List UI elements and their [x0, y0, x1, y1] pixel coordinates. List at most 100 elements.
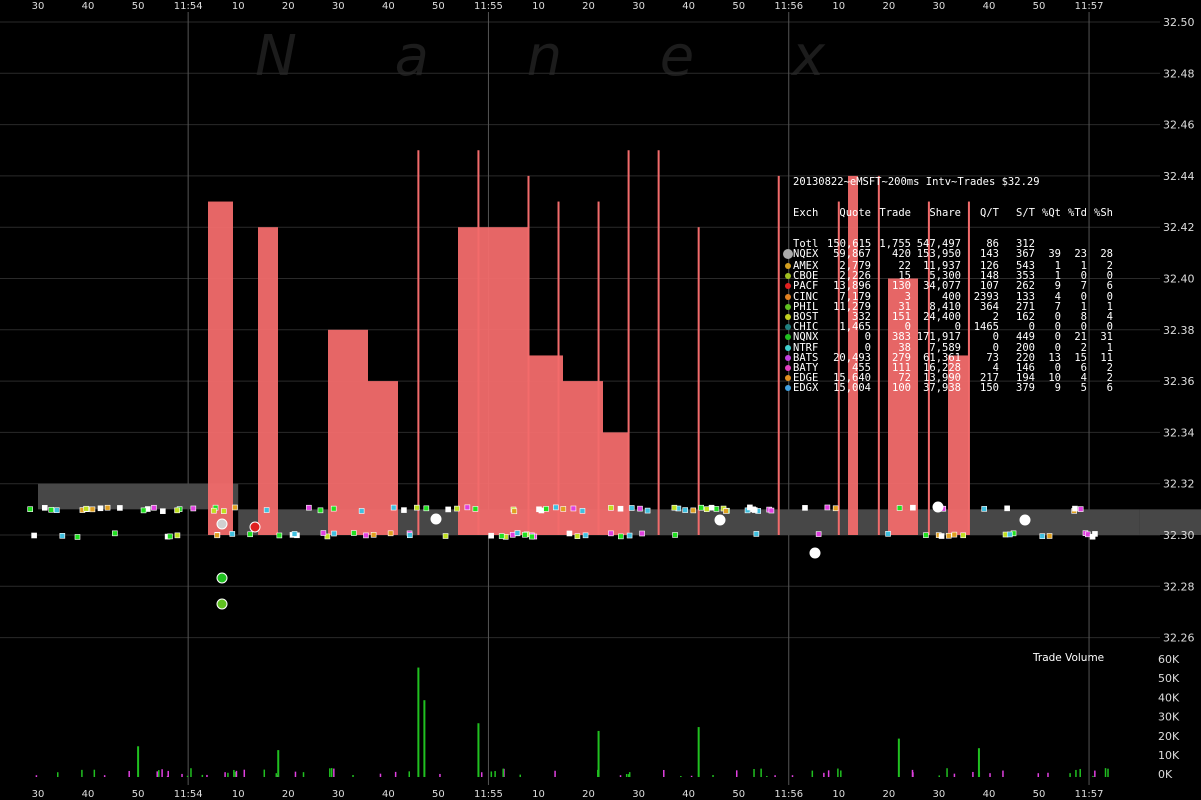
- stats-header: Exch Quote Trade Share Q/T S/T %Qt %Td %Sh: [782, 207, 1113, 220]
- trade-marker: [174, 507, 180, 514]
- time-tick: 20: [582, 1, 595, 12]
- volume-bar-small: [158, 770, 160, 777]
- volume-bar-small: [1075, 769, 1077, 777]
- trade-marker-large: [809, 547, 821, 559]
- price-tick: 32.42: [1163, 221, 1195, 234]
- time-tick: 20: [282, 1, 295, 12]
- volume-bar-small: [978, 771, 981, 777]
- volume-bar-small: [56, 772, 59, 777]
- trade-marker: [151, 504, 157, 511]
- volume-bar: [697, 727, 700, 777]
- trade-marker: [618, 533, 624, 540]
- price-tick: 32.46: [1163, 119, 1195, 132]
- volume-bar-small: [181, 773, 183, 777]
- price-axis: 32.50 32.48 32.46 32.44 32.42 32.40 32.38 32.36…: [1163, 16, 1195, 645]
- exchange-color-dot: [782, 261, 793, 271]
- price-spike-fill: [603, 432, 628, 535]
- volume-tick: 60K: [1158, 653, 1180, 666]
- volume-bar-small: [1047, 772, 1049, 777]
- trade-marker: [317, 507, 324, 514]
- time-tick: 40: [682, 789, 695, 800]
- trade-marker: [445, 506, 451, 513]
- trade-marker: [570, 505, 577, 512]
- time-tick: 10: [832, 789, 845, 800]
- volume-bar-small: [1002, 770, 1004, 777]
- time-tick: 50: [1033, 1, 1046, 12]
- trade-marker: [363, 532, 369, 539]
- volume-bar-small: [161, 769, 163, 777]
- stats-header-cell: Share: [929, 207, 961, 220]
- trade-marker: [832, 505, 839, 512]
- volume-tick: 20K: [1158, 730, 1180, 743]
- trade-marker: [708, 504, 715, 511]
- volume-bar-small: [224, 772, 226, 777]
- volume-tick: 40K: [1158, 691, 1180, 704]
- trade-marker: [753, 531, 760, 537]
- trade-marker: [538, 507, 545, 514]
- exchange-color-dot: [782, 312, 793, 322]
- volume-bar-small: [1092, 775, 1094, 777]
- trade-marker-large: [1019, 514, 1031, 526]
- trade-marker: [117, 505, 123, 511]
- volume-bar-small: [329, 768, 331, 777]
- trade-marker: [637, 505, 643, 512]
- trade-marker: [407, 532, 413, 539]
- stats-cell: 379: [1016, 382, 1035, 395]
- trade-marker: [472, 506, 479, 512]
- trade-marker: [247, 531, 253, 538]
- volume-bar-small: [1079, 768, 1081, 777]
- stats-row: BOST 332 151 24,400 2 162 0 8 4: [782, 312, 1113, 322]
- volume-bar-small: [837, 768, 839, 777]
- exchange-color-dot: [782, 343, 793, 353]
- price-tick: 32.34: [1163, 426, 1195, 439]
- trade-marker: [945, 532, 952, 539]
- volume-bar-small: [294, 771, 297, 777]
- trade-marker: [698, 504, 704, 511]
- time-tick: 20: [282, 789, 295, 800]
- exchange-color-dot: [782, 239, 793, 249]
- volume-bar-small: [379, 773, 382, 777]
- volume-bar: [417, 667, 420, 777]
- watermark: N a n e x: [255, 24, 826, 89]
- trade-marker-large: [249, 521, 261, 533]
- stats-cell: 150: [980, 382, 999, 395]
- time-tick: 50: [432, 789, 445, 800]
- stats-cell: 37,938: [923, 382, 961, 395]
- trade-marker-large: [216, 518, 228, 530]
- time-tick: 50: [132, 789, 145, 800]
- trade-marker-large: [714, 514, 726, 526]
- trade-marker: [824, 504, 831, 511]
- volume-bar-small: [235, 770, 238, 777]
- trade-marker: [59, 533, 66, 539]
- volume-bar-small: [827, 770, 830, 777]
- volume-bar-small: [494, 771, 496, 777]
- volume-bar-small: [1069, 773, 1071, 777]
- volume-bar-small: [93, 769, 96, 777]
- volume-bar-small: [823, 772, 825, 777]
- volume-bar-small: [330, 768, 333, 777]
- trade-marker: [768, 507, 775, 514]
- stats-header-cell: Quote: [839, 207, 871, 220]
- trade-marker: [31, 532, 37, 539]
- exchange-color-dot: [782, 302, 793, 312]
- trade-marker: [1046, 533, 1053, 539]
- trade-marker: [464, 504, 471, 511]
- time-tick: 30: [332, 1, 345, 12]
- exchange-color-dot: [782, 363, 793, 373]
- time-tick: 10: [532, 789, 545, 800]
- volume-bar-small: [201, 774, 204, 777]
- volume-bar-small: [791, 775, 794, 777]
- volume-bar-small: [480, 772, 483, 777]
- trade-marker: [509, 532, 516, 538]
- stats-row: EDGX 15,004 100 37,938 150 379 9 5 6: [782, 382, 1113, 395]
- trade-marker: [885, 531, 891, 537]
- stats-header-cell: S/T: [1016, 207, 1035, 220]
- time-tick: 40: [382, 1, 395, 12]
- stats-header-cell: %Qt: [1042, 207, 1061, 220]
- trade-marker: [553, 504, 559, 511]
- volume-bar-small: [206, 774, 208, 777]
- price-tick: 32.30: [1163, 529, 1195, 542]
- time-tick: 40: [682, 1, 695, 12]
- time-tick: 10: [232, 1, 245, 12]
- trade-marker: [331, 530, 337, 537]
